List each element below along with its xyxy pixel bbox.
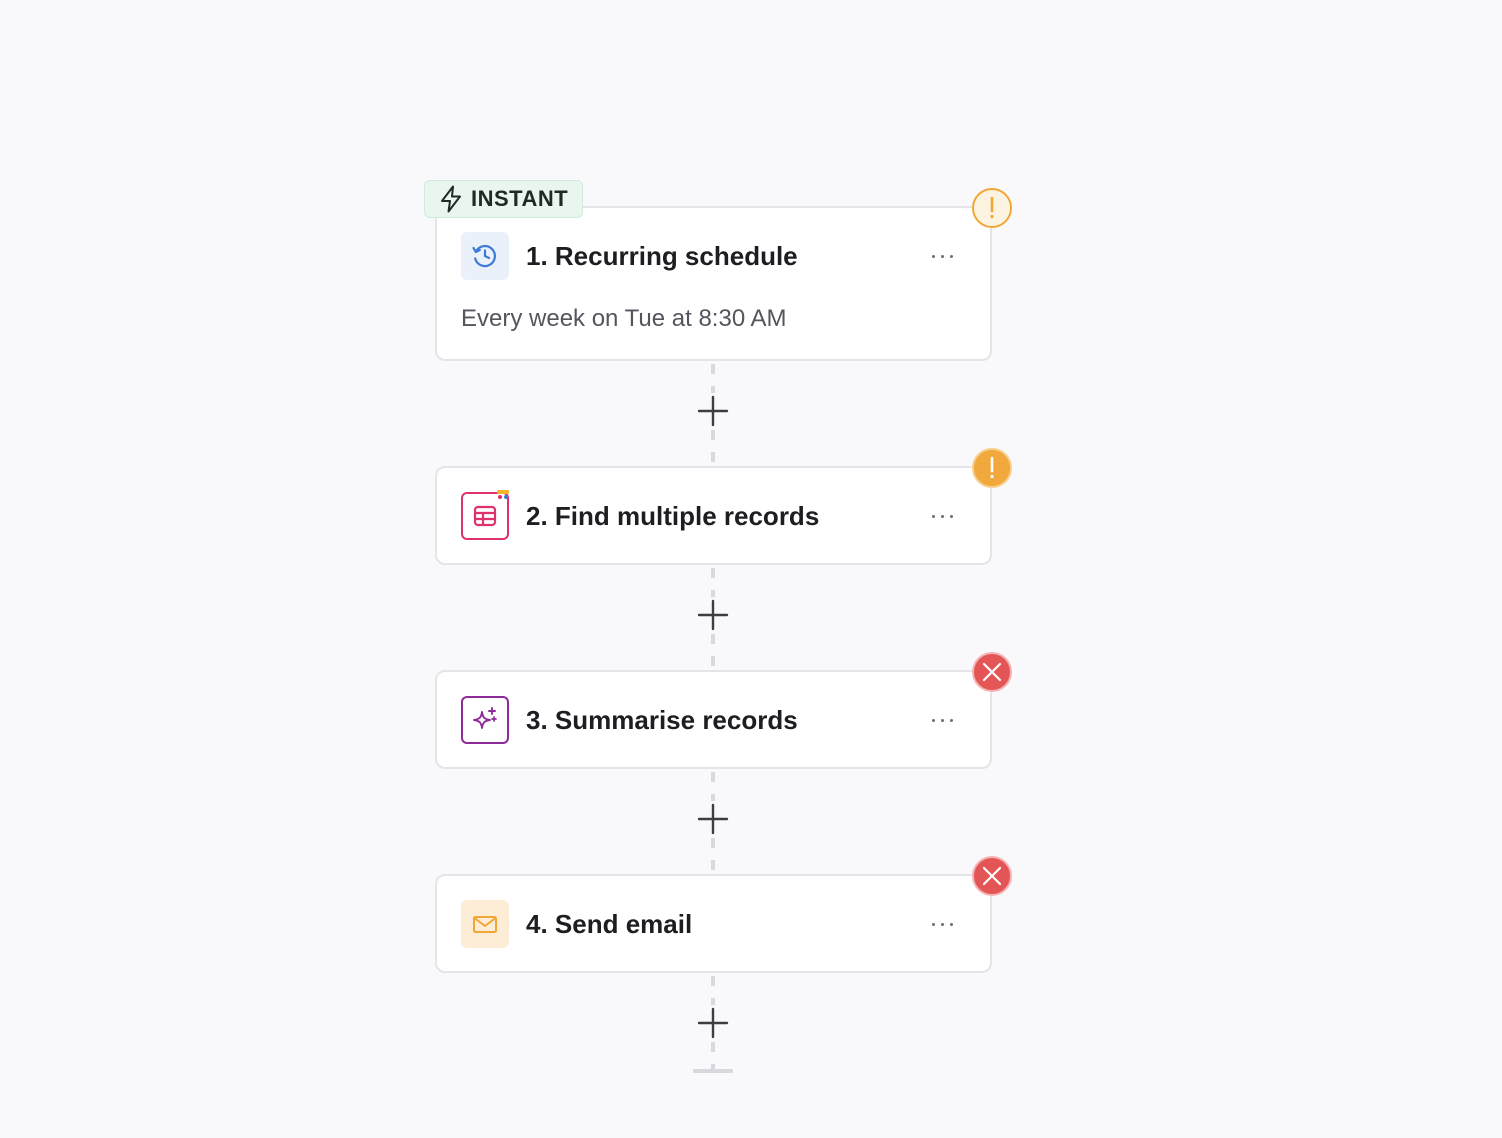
step-app-icon	[461, 900, 509, 948]
plus-icon	[697, 1007, 729, 1039]
app-color-dots	[497, 490, 509, 500]
step-more-options-button[interactable]	[924, 708, 960, 732]
add-step-button[interactable]	[695, 393, 731, 429]
warning-icon[interactable]	[972, 188, 1012, 228]
table-icon	[473, 505, 497, 527]
step-title: 2. Find multiple records	[526, 500, 820, 531]
step-more-options-button[interactable]	[924, 912, 960, 936]
envelope-icon	[473, 916, 497, 933]
error-icon[interactable]	[972, 652, 1012, 692]
plus-icon	[697, 395, 729, 427]
sparkle-icon	[473, 707, 497, 729]
trigger-type-label: INSTANT	[471, 186, 569, 211]
clock-refresh-icon	[472, 245, 496, 268]
flow-end-cap	[693, 1069, 733, 1073]
step-subtitle: Every week on Tue at 8:30 AM	[461, 305, 787, 332]
step-title: 4. Send email	[526, 908, 693, 939]
trigger-type-badge: INSTANT	[424, 180, 584, 218]
step-card-send-email[interactable]: 4. Send email	[435, 874, 992, 973]
step-title: 1. Recurring schedule	[526, 240, 798, 271]
step-card-find-multiple-records[interactable]: 2. Find multiple records	[435, 466, 992, 565]
add-step-button[interactable]	[695, 801, 731, 837]
step-card-summarise-records[interactable]: 3. Summarise records	[435, 670, 992, 769]
step-more-options-button[interactable]	[924, 244, 960, 268]
step-header: 2. Find multiple records	[461, 490, 966, 540]
error-icon[interactable]	[972, 856, 1012, 896]
step-more-options-button[interactable]	[924, 504, 960, 528]
plus-icon	[697, 803, 729, 835]
plus-icon	[697, 599, 729, 631]
lightning-icon	[441, 185, 461, 213]
step-app-icon	[461, 490, 509, 540]
step-app-icon	[461, 696, 509, 744]
add-step-button[interactable]	[695, 597, 731, 633]
warning-icon[interactable]	[972, 448, 1012, 488]
step-title: 3. Summarise records	[526, 704, 798, 735]
step-header: 4. Send email	[461, 900, 966, 948]
workflow-canvas: INSTANT 1. Recurring schedule Every week…	[0, 0, 1502, 1138]
step-card-recurring-schedule[interactable]: 1. Recurring schedule Every week on Tue …	[435, 206, 992, 361]
step-header: 1. Recurring schedule	[461, 232, 966, 280]
step-app-icon	[461, 232, 509, 280]
step-header: 3. Summarise records	[461, 696, 966, 744]
add-step-button[interactable]	[695, 1005, 731, 1041]
